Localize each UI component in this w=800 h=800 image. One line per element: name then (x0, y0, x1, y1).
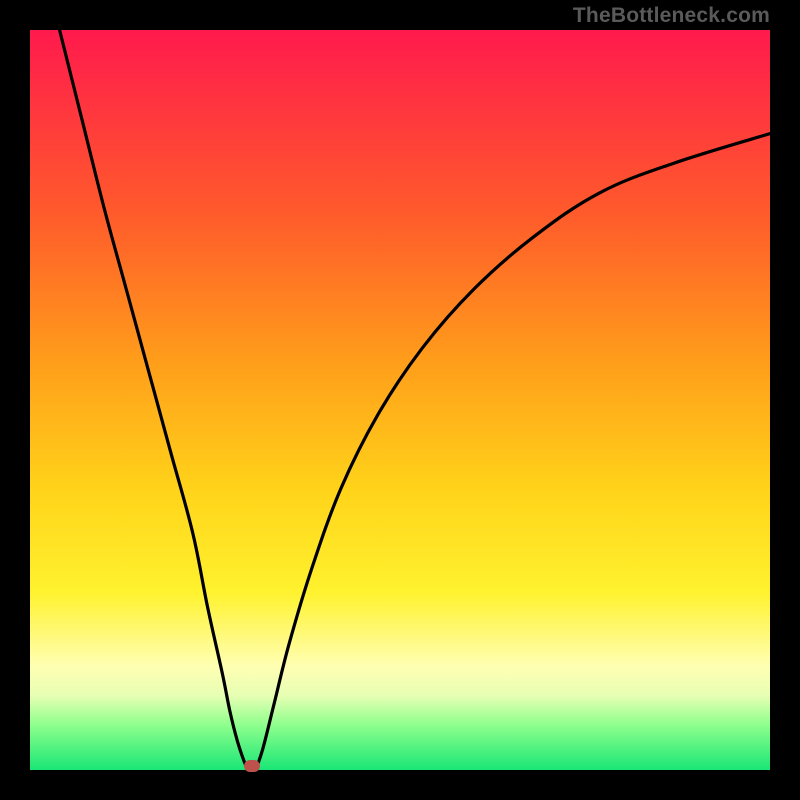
curve-svg (30, 30, 770, 770)
chart-container: TheBottleneck.com (0, 0, 800, 800)
curve-right (256, 134, 770, 770)
curve-left (60, 30, 249, 770)
minimum-marker (244, 760, 260, 772)
watermark-text: TheBottleneck.com (573, 4, 770, 28)
plot-frame (30, 30, 770, 770)
